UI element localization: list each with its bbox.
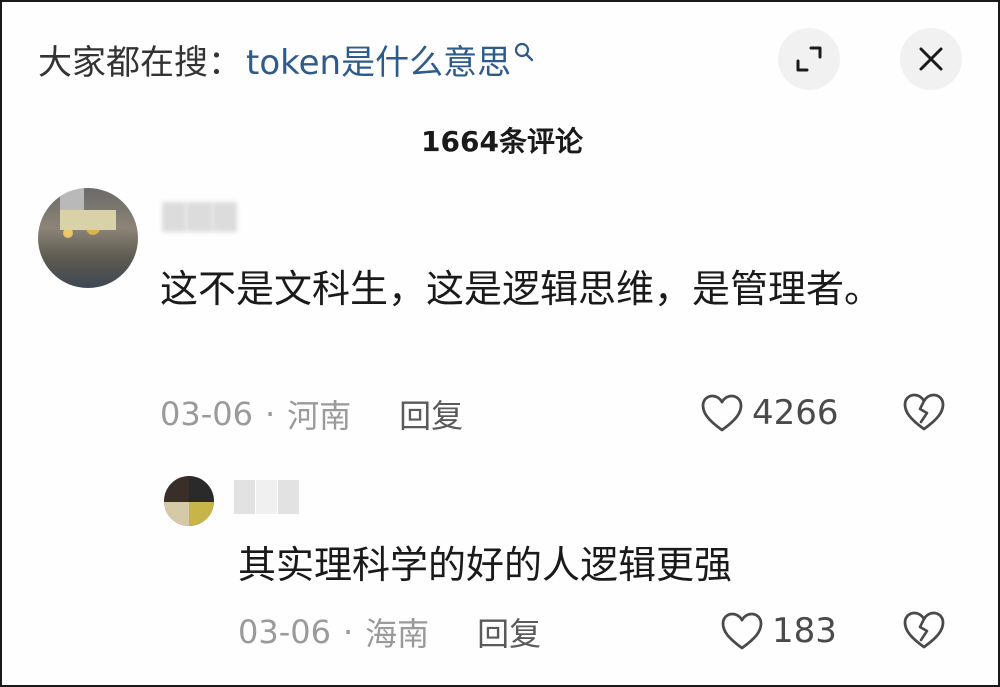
reply-button[interactable]: 回复 [477, 609, 541, 655]
search-query-link[interactable]: token是什么意思 [246, 35, 511, 84]
heart-icon [721, 612, 763, 650]
comment-date: 03-06 [160, 395, 253, 433]
search-icon [514, 42, 534, 62]
reply-text: 其实理科学的好的人逻辑更强 [238, 543, 733, 587]
meta-separator: · [342, 613, 354, 651]
close-button[interactable] [900, 28, 962, 90]
comment-text: 这不是文科生，这是逻辑思维，是管理者。 [160, 267, 883, 311]
username-blurred[interactable] [162, 202, 238, 236]
comment-location: 海南 [365, 615, 430, 653]
like-button[interactable]: 183 [720, 608, 837, 654]
dislike-button[interactable] [902, 610, 946, 654]
close-icon [919, 47, 943, 71]
expand-button[interactable] [778, 28, 840, 90]
like-button[interactable]: 4266 [700, 390, 839, 436]
broken-heart-icon [903, 611, 945, 649]
comment-date: 03-06 [238, 613, 331, 651]
comment-meta: 03-06 · 河南 回复 [160, 392, 463, 436]
broken-heart-icon [903, 393, 945, 431]
comment-count-title: 1664条评论 [421, 125, 583, 158]
dislike-button[interactable] [902, 392, 946, 436]
comment-meta: 03-06 · 海南 回复 [238, 610, 541, 654]
comment-location: 河南 [287, 397, 352, 435]
expand-icon [796, 46, 822, 72]
search-prefix-label: 大家都在搜： [38, 42, 242, 83]
like-count: 183 [772, 611, 837, 651]
meta-separator: · [264, 395, 276, 433]
like-count: 4266 [752, 393, 839, 433]
reply-button[interactable]: 回复 [399, 391, 463, 437]
comment-panel: 大家都在搜： token是什么意思 1664条评论 这不是文科生，这是逻辑思维，… [0, 0, 1000, 687]
search-suggestion[interactable]: 大家都在搜： token是什么意思 [38, 34, 535, 84]
avatar[interactable] [164, 476, 214, 526]
avatar[interactable] [38, 188, 138, 288]
heart-icon [701, 394, 743, 432]
username-blurred[interactable] [234, 480, 300, 514]
